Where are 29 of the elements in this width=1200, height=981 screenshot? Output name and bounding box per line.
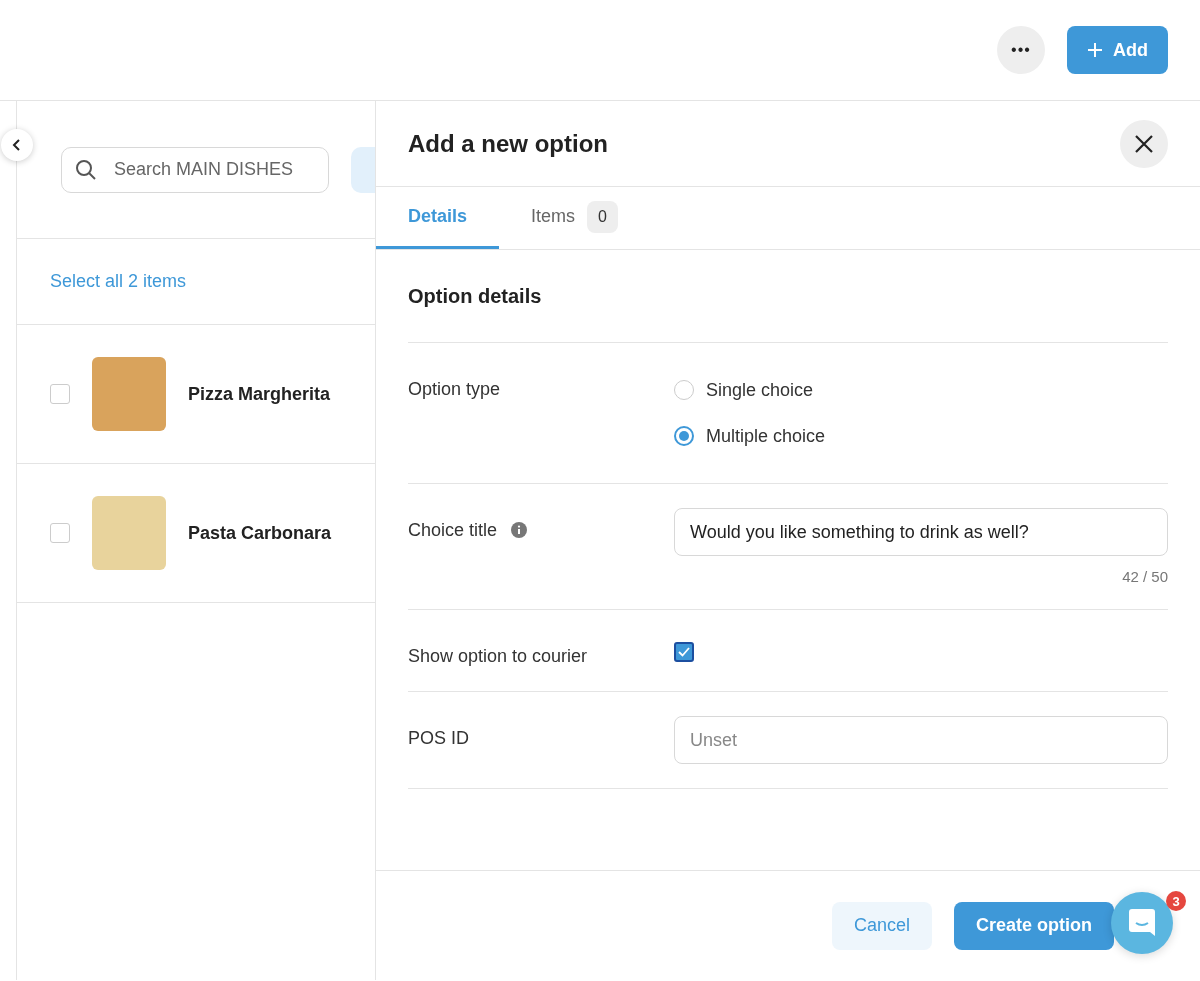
field-label: Show option to courier bbox=[408, 646, 588, 667]
count-badge: 0 bbox=[587, 200, 618, 233]
checkmark-icon bbox=[677, 645, 691, 659]
search-icon bbox=[75, 158, 97, 181]
radio-label[interactable]: Multiple choice bbox=[706, 425, 826, 447]
field-label: Option type bbox=[408, 379, 501, 400]
checkbox[interactable] bbox=[674, 642, 694, 662]
panel-title: Add a new option bbox=[408, 129, 608, 158]
radio-button[interactable] bbox=[674, 426, 694, 446]
close-button[interactable] bbox=[1120, 119, 1168, 168]
item-name[interactable]: Pizza Margherita bbox=[188, 383, 331, 405]
close-icon bbox=[1133, 132, 1155, 155]
field-label: POS ID bbox=[408, 728, 469, 749]
notification-badge: 3 bbox=[1166, 891, 1186, 911]
chat-bubble-icon bbox=[1128, 908, 1156, 938]
more-button[interactable]: ••• bbox=[997, 26, 1045, 74]
section-title: Option details bbox=[408, 250, 1168, 343]
text-field[interactable]: Unset bbox=[674, 716, 1168, 764]
text-field[interactable]: Would you like something to drink as well? bbox=[674, 508, 1168, 556]
radio-label[interactable]: Single choice bbox=[706, 379, 814, 401]
chat-button[interactable] bbox=[1111, 892, 1173, 954]
info-icon[interactable] bbox=[511, 522, 528, 538]
plus-icon bbox=[1087, 42, 1103, 58]
back-button[interactable] bbox=[1, 129, 33, 161]
character-counter: 42 / 50 bbox=[1122, 568, 1168, 585]
field-label: Choice title bbox=[408, 520, 498, 541]
item-name[interactable]: Pasta Carbonara bbox=[188, 522, 332, 544]
tab[interactable]: Items 0 bbox=[499, 187, 650, 249]
search-field[interactable]: Search MAIN DISHES bbox=[61, 146, 329, 193]
